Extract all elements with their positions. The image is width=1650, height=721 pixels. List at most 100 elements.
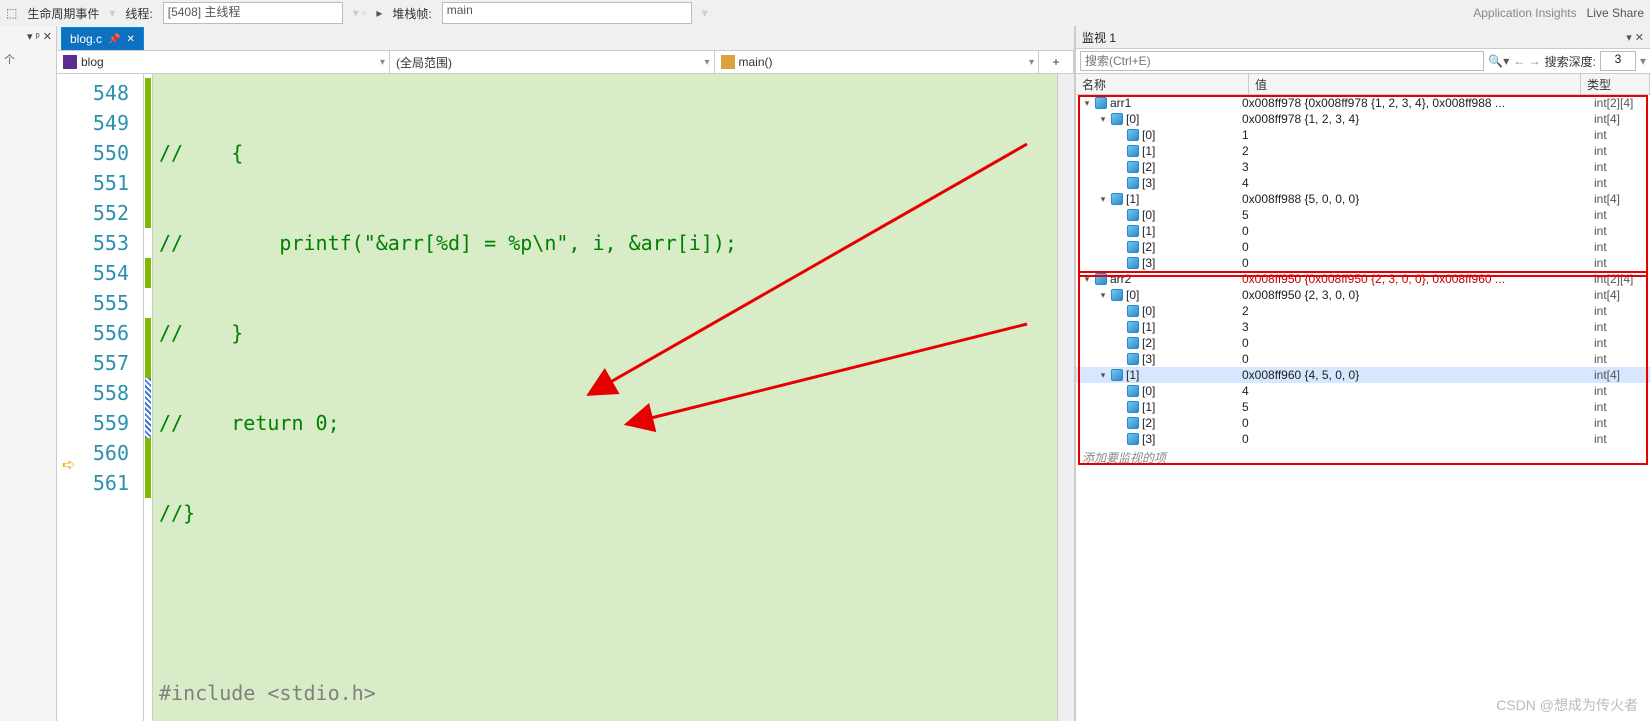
watch-row[interactable]: ▾[0]0x008ff978 {1, 2, 3, 4}int[4] [1076, 111, 1650, 127]
watch-rows: ▾arr10x008ff978 {0x008ff978 {1, 2, 3, 4}… [1076, 95, 1650, 721]
watch-search-input[interactable] [1080, 51, 1484, 71]
var-name: [2] [1142, 160, 1155, 174]
watch-row[interactable]: ▾[0]0x008ff950 {2, 3, 0, 0}int[4] [1076, 287, 1650, 303]
watch-row[interactable]: [2]3int [1076, 159, 1650, 175]
crumb-scope[interactable]: (全局范围) ▾ [390, 51, 715, 73]
code-area[interactable]: // { // printf("&arr[%d] = %p\n", i, &ar… [153, 74, 1057, 721]
watch-row[interactable]: [1]5int [1076, 399, 1650, 415]
var-name: [2] [1142, 336, 1155, 350]
var-type: int[4] [1594, 192, 1650, 206]
var-type: int [1594, 128, 1650, 142]
var-value: 5 [1242, 208, 1594, 222]
expand-icon[interactable]: ▾ [1098, 370, 1108, 381]
watch-row[interactable]: ▾arr20x008ff950 {0x008ff950 {2, 3, 0, 0}… [1076, 271, 1650, 287]
variable-icon [1111, 113, 1123, 125]
stackframe-selector[interactable]: main [442, 2, 692, 24]
cpp-icon [63, 55, 77, 69]
watch-row[interactable]: [1]2int [1076, 143, 1650, 159]
left-tool-gutter: ▾ ᵖ ✕ 个 [0, 26, 57, 721]
gutter-pin-icon[interactable]: ▾ ᵖ ✕ [0, 26, 56, 47]
watch-row[interactable]: [0]1int [1076, 127, 1650, 143]
func-icon [721, 55, 735, 69]
crumb-add[interactable]: + [1039, 51, 1074, 73]
watch-row[interactable]: [0]4int [1076, 383, 1650, 399]
var-value: 1 [1242, 128, 1594, 142]
search-nav[interactable]: ← → [1513, 54, 1540, 68]
current-line-arrow-icon: ➪ [62, 455, 75, 475]
watch-row[interactable]: [2]0int [1076, 415, 1650, 431]
app-insights[interactable]: Application Insights [1473, 6, 1576, 20]
watch-title: 监视 1 [1082, 29, 1116, 46]
var-type: int[4] [1594, 112, 1650, 126]
line-number: 558 [57, 378, 143, 408]
live-share[interactable]: Live Share [1587, 6, 1644, 20]
tab-blog-c[interactable]: blog.c 📌 ✕ [61, 27, 144, 50]
change-bar [144, 74, 153, 721]
flag-icon: ▸ [376, 6, 382, 20]
crumb-function[interactable]: main() ▾ [715, 51, 1040, 73]
pin-icon[interactable]: 📌 [108, 34, 120, 45]
watch-row[interactable]: [2]0int [1076, 239, 1650, 255]
expand-icon[interactable]: ▾ [1098, 290, 1108, 301]
var-value: 0x008ff978 {0x008ff978 {1, 2, 3, 4}, 0x0… [1242, 96, 1594, 110]
var-type: int [1594, 320, 1650, 334]
variable-icon [1127, 353, 1139, 365]
search-icon[interactable]: 🔍▾ [1488, 54, 1509, 68]
line-number: 550 [57, 138, 143, 168]
close-icon[interactable]: ✕ [126, 34, 134, 45]
watch-row[interactable]: ▾[1]0x008ff988 {5, 0, 0, 0}int[4] [1076, 191, 1650, 207]
expand-icon[interactable]: ▾ [1082, 98, 1092, 109]
expand-icon[interactable]: ▾ [1098, 194, 1108, 205]
chevron-down-icon: ▾ [1029, 57, 1034, 68]
watch-row[interactable]: ▾[1]0x008ff960 {4, 5, 0, 0}int[4] [1076, 367, 1650, 383]
var-value: 3 [1242, 160, 1594, 174]
watch-title-buttons[interactable]: ▾ ✕ [1626, 31, 1644, 44]
var-type: int [1594, 304, 1650, 318]
depth-value[interactable]: 3 [1600, 51, 1636, 71]
hdr-value[interactable]: 值 [1249, 74, 1581, 94]
crumb-project[interactable]: blog ▾ [57, 51, 390, 73]
watch-row[interactable]: [3]0int [1076, 351, 1650, 367]
variable-icon [1127, 433, 1139, 445]
variable-icon [1127, 177, 1139, 189]
var-value: 0 [1242, 256, 1594, 270]
var-name: [3] [1142, 432, 1155, 446]
hdr-name[interactable]: 名称 [1076, 74, 1249, 94]
var-type: int [1594, 144, 1650, 158]
line-number: 554 [57, 258, 143, 288]
watch-row[interactable]: [3]4int [1076, 175, 1650, 191]
variable-icon [1127, 225, 1139, 237]
toolbar-icon: ⬚ [6, 6, 17, 20]
var-name: [1] [1142, 144, 1155, 158]
watch-add-item[interactable]: 添加要监视的项 [1076, 447, 1650, 468]
watch-row[interactable]: [3]0int [1076, 255, 1650, 271]
variable-icon [1127, 129, 1139, 141]
var-name: [1] [1142, 320, 1155, 334]
var-type: int [1594, 240, 1650, 254]
var-type: int [1594, 400, 1650, 414]
chevron-down-icon: ▾ [380, 57, 385, 68]
expand-icon[interactable]: ▾ [1082, 274, 1092, 285]
var-name: [0] [1142, 208, 1155, 222]
watch-row[interactable]: [0]2int [1076, 303, 1650, 319]
thread-selector[interactable]: [5408] 主线程 [163, 2, 343, 24]
watch-row[interactable]: [1]0int [1076, 223, 1650, 239]
chevron-down-icon: ▾ [704, 57, 709, 68]
var-value: 4 [1242, 384, 1594, 398]
variable-icon [1095, 273, 1107, 285]
code-editor[interactable]: 5485495505515525535545555565575585595605… [57, 74, 1074, 721]
var-value: 0x008ff950 {0x008ff950 {2, 3, 0, 0}, 0x0… [1242, 272, 1594, 286]
watch-row[interactable]: [3]0int [1076, 431, 1650, 447]
line-number: 549 [57, 108, 143, 138]
hdr-type[interactable]: 类型 [1581, 74, 1650, 94]
scroll-map[interactable] [1057, 74, 1074, 721]
expand-icon[interactable]: ▾ [1098, 114, 1108, 125]
watch-row[interactable]: [0] 5int [1076, 207, 1650, 223]
watch-row[interactable]: [2]0int [1076, 335, 1650, 351]
watch-row[interactable]: [1]3int [1076, 319, 1650, 335]
var-value: 0 [1242, 336, 1594, 350]
var-name: [3] [1142, 176, 1155, 190]
watch-row[interactable]: ▾ arr1 0x008ff978 {0x008ff978 {1, 2, 3, 4}… [1076, 95, 1650, 111]
var-name: arr1 [1110, 96, 1131, 110]
var-type: int [1594, 208, 1650, 222]
